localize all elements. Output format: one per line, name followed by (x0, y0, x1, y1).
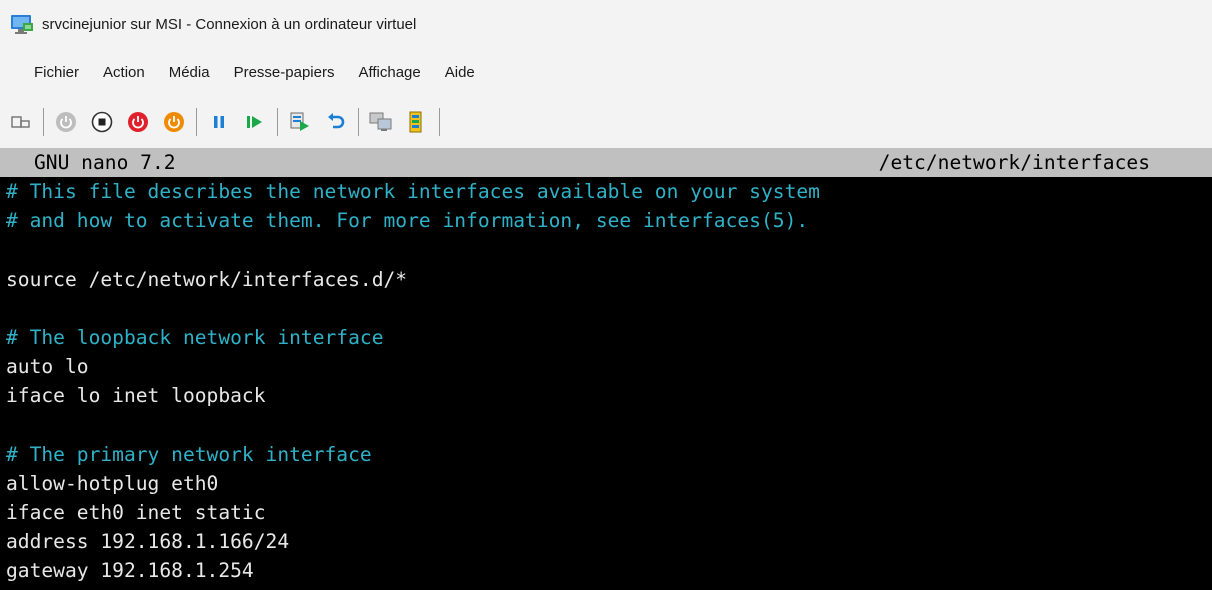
pause-button[interactable] (206, 109, 232, 135)
menu-affichage[interactable]: Affichage (346, 58, 432, 88)
enhanced-session-icon (369, 112, 392, 131)
menu-bar: Fichier Action Média Presse-papiers Affi… (0, 50, 1212, 96)
power-orange-icon (164, 112, 184, 132)
start-button[interactable] (53, 109, 79, 135)
nano-title-bar: GNU nano 7.2 /etc/network/interfaces (0, 148, 1212, 177)
checkpoint-icon (290, 112, 309, 131)
terminal-screen[interactable]: GNU nano 7.2 /etc/network/interfaces # T… (0, 148, 1212, 590)
resume-button[interactable] (242, 109, 268, 135)
editor-line: # The loopback network interface (6, 325, 384, 349)
toolbar-separator (358, 108, 359, 136)
enhanced-session-button[interactable] (368, 109, 394, 135)
menu-action[interactable]: Action (91, 58, 157, 88)
menu-presse-papiers[interactable]: Presse-papiers (222, 58, 347, 88)
power-red-icon (128, 112, 148, 132)
toolbar-separator (196, 108, 197, 136)
toolbar (0, 96, 1212, 148)
play-icon (247, 116, 262, 128)
editor-line: address 192.168.1.166/24 (6, 530, 290, 554)
save-button[interactable] (161, 109, 187, 135)
share-button[interactable] (404, 109, 430, 135)
title-bar: srvcinejunior sur MSI - Connexion à un o… (0, 0, 1212, 50)
power-gray-icon (56, 112, 76, 132)
window-title: srvcinejunior sur MSI - Connexion à un o… (42, 16, 417, 33)
nano-filename: /etc/network/interfaces (878, 151, 1150, 174)
editor-line: allow-hotplug eth0 (6, 471, 219, 495)
editor-content[interactable]: # This file describes the network interf… (0, 177, 1212, 586)
stop-icon (91, 111, 113, 133)
pause-icon (214, 116, 224, 128)
editor-line: iface eth0 inet static (6, 501, 266, 525)
ctrl-alt-del-button[interactable] (8, 109, 34, 135)
toolbar-separator (439, 108, 440, 136)
virtual-machine-connection-icon (10, 14, 34, 36)
turn-off-button[interactable] (89, 109, 115, 135)
editor-line: iface lo inet loopback (6, 384, 266, 408)
editor-line: # This file describes the network interf… (6, 180, 820, 203)
revert-button[interactable] (323, 109, 349, 135)
shutdown-button[interactable] (125, 109, 151, 135)
revert-icon (328, 113, 345, 129)
checkpoint-button[interactable] (287, 109, 313, 135)
toolbar-separator (277, 108, 278, 136)
editor-line: auto lo (6, 355, 89, 379)
menu-aide[interactable]: Aide (433, 58, 487, 88)
share-icon (409, 111, 422, 133)
nano-version: GNU nano 7.2 (34, 151, 176, 174)
menu-media[interactable]: Média (157, 58, 222, 88)
editor-line: gateway 192.168.1.254 (6, 559, 254, 583)
menu-fichier[interactable]: Fichier (22, 58, 91, 88)
toolbar-separator (43, 108, 44, 136)
keyboard-icon (11, 116, 30, 128)
editor-line: # and how to activate them. For more inf… (6, 209, 809, 233)
editor-line: source /etc/network/interfaces.d/* (6, 267, 408, 291)
editor-line: # The primary network interface (6, 442, 372, 466)
